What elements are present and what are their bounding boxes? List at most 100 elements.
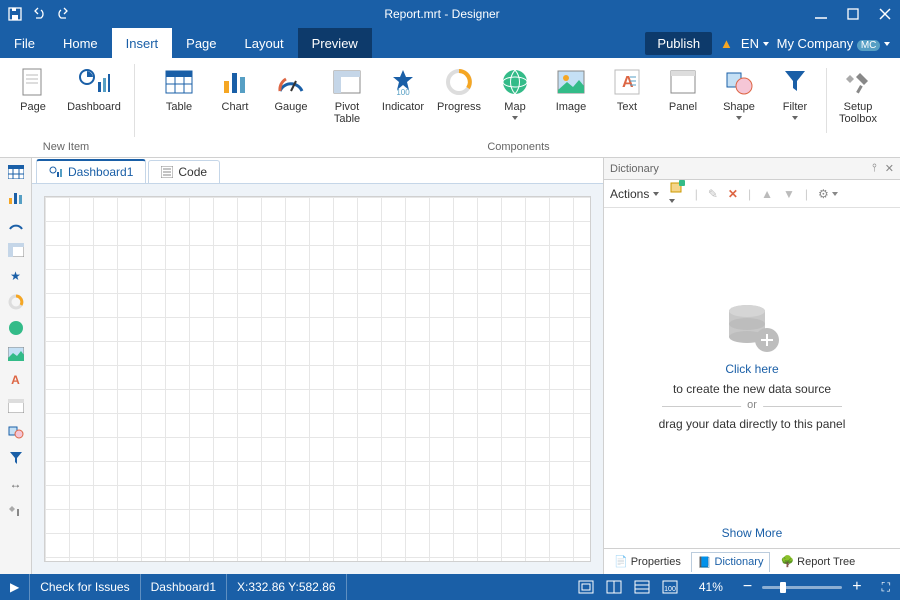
svg-text:100: 100	[396, 88, 410, 96]
progress-icon	[443, 66, 475, 98]
redo-icon[interactable]	[56, 7, 70, 21]
gutter-map-icon[interactable]	[6, 318, 26, 338]
pane-title-label: Dictionary	[610, 163, 659, 175]
delete-icon[interactable]: ✕	[728, 187, 738, 201]
new-item-icon[interactable]	[669, 180, 685, 208]
maximize-icon[interactable]	[846, 7, 860, 21]
dictionary-panel: Dictionary ⫯ ✕ Actions | ✎ ✕ | ▲ ▼ | ⚙ C…	[604, 158, 900, 574]
ribbon-image[interactable]: Image	[544, 62, 598, 139]
minimize-icon[interactable]	[814, 7, 828, 21]
gutter-panel-icon[interactable]	[6, 396, 26, 416]
gutter-progress-icon[interactable]	[6, 292, 26, 312]
menu-layout[interactable]: Layout	[231, 28, 298, 58]
svg-text:100: 100	[664, 586, 676, 593]
menu-home[interactable]: Home	[49, 28, 112, 58]
panetab-dictionary[interactable]: 📘Dictionary	[691, 552, 771, 572]
titlebar: Report.mrt - Designer	[0, 0, 900, 28]
properties-icon: 📄	[614, 555, 628, 568]
zoom-slider[interactable]	[762, 586, 842, 589]
page-icon	[17, 66, 49, 98]
ribbon-indicator[interactable]: 100Indicator	[376, 62, 430, 139]
ribbon-toolbox[interactable]: Setup Toolbox	[831, 62, 885, 139]
tree-icon: 🌳	[780, 555, 794, 568]
click-here-link[interactable]: Click here	[725, 362, 778, 376]
panetab-report-tree[interactable]: 🌳Report Tree	[774, 552, 861, 571]
group-components: Components	[487, 139, 549, 155]
ribbon-chart[interactable]: Chart	[208, 62, 262, 139]
code-tab-icon	[161, 166, 173, 178]
ribbon-shape[interactable]: Shape	[712, 62, 766, 139]
menu-page[interactable]: Page	[172, 28, 230, 58]
up-icon[interactable]: ▲	[761, 187, 773, 201]
zoom-label[interactable]: 41%	[699, 580, 723, 594]
document-tabs: Dashboard1 Code	[32, 158, 603, 184]
design-canvas[interactable]	[44, 196, 591, 562]
settings-icon[interactable]: ⚙	[818, 187, 838, 201]
menu-preview[interactable]: Preview	[298, 28, 372, 58]
publish-button[interactable]: Publish	[645, 32, 712, 55]
shape-icon	[723, 66, 755, 98]
menubar: File Home Insert Page Layout Preview Pub…	[0, 28, 900, 58]
down-icon[interactable]: ▼	[783, 187, 795, 201]
menu-insert[interactable]: Insert	[112, 28, 173, 58]
edit-icon[interactable]: ✎	[708, 187, 718, 201]
ribbon-table[interactable]: Table	[152, 62, 206, 139]
database-icon	[722, 296, 782, 356]
dashboard-tab-icon	[49, 166, 63, 178]
zoom-out-icon[interactable]: −	[743, 578, 752, 596]
gutter-shape-icon[interactable]	[6, 422, 26, 442]
doctab-dashboard[interactable]: Dashboard1	[36, 159, 146, 183]
menu-file[interactable]: File	[0, 28, 49, 58]
panetab-properties[interactable]: 📄Properties	[608, 552, 687, 571]
pin-icon[interactable]: ⫯	[872, 162, 877, 175]
tool-gutter: ★ A ↔	[0, 158, 32, 574]
gutter-gauge-icon[interactable]	[6, 214, 26, 234]
window-title: Report.mrt - Designer	[70, 7, 814, 21]
indicator-icon: 100	[387, 66, 419, 98]
gauge-icon	[275, 66, 307, 98]
company-selector[interactable]: My Company MC	[777, 36, 890, 51]
gutter-text-icon[interactable]: A	[6, 370, 26, 390]
ribbon-pivot[interactable]: Pivot Table	[320, 62, 374, 139]
gutter-indicator-icon[interactable]: ★	[6, 266, 26, 286]
ribbon-text[interactable]: AText	[600, 62, 654, 139]
gutter-more-icon[interactable]: ↔	[6, 474, 26, 494]
ribbon-progress[interactable]: Progress	[432, 62, 486, 139]
text-icon: A	[611, 66, 643, 98]
gutter-pivot-icon[interactable]	[6, 240, 26, 260]
close-pane-icon[interactable]: ✕	[885, 162, 894, 175]
ribbon-page[interactable]: Page	[6, 62, 60, 139]
help-line-1: to create the new data source	[673, 382, 831, 396]
undo-icon[interactable]	[32, 7, 46, 21]
language-selector[interactable]: EN	[741, 36, 769, 51]
dashboard-icon	[78, 66, 110, 98]
save-icon[interactable]	[8, 7, 22, 21]
close-icon[interactable]	[878, 7, 892, 21]
gutter-filter-icon[interactable]	[6, 448, 26, 468]
gutter-image-icon[interactable]	[6, 344, 26, 364]
ribbon-panel[interactable]: Panel	[656, 62, 710, 139]
zoom-in-icon[interactable]: +	[852, 578, 861, 596]
actions-dropdown[interactable]: Actions	[610, 187, 659, 201]
ribbon-map[interactable]: Map	[488, 62, 542, 139]
gutter-table-icon[interactable]	[6, 162, 26, 182]
bell-icon[interactable]: ▲	[720, 36, 733, 51]
group-new-item: New Item	[43, 139, 89, 155]
ribbon-filter[interactable]: Filter	[768, 62, 822, 139]
view-mode-4-icon[interactable]: 100	[661, 578, 679, 596]
pivot-icon	[331, 66, 363, 98]
status-play[interactable]: ▶	[0, 574, 30, 600]
ribbon-gauge[interactable]: Gauge	[264, 62, 318, 139]
gutter-tools-icon[interactable]	[6, 500, 26, 520]
doctab-code[interactable]: Code	[148, 160, 220, 183]
expand-icon[interactable]: ⛶	[882, 580, 890, 595]
gutter-chart-icon[interactable]	[6, 188, 26, 208]
view-mode-2-icon[interactable]	[605, 578, 623, 596]
status-check[interactable]: Check for Issues	[30, 574, 140, 600]
show-more-link[interactable]: Show More	[722, 526, 783, 540]
view-mode-3-icon[interactable]	[633, 578, 651, 596]
view-mode-1-icon[interactable]	[577, 578, 595, 596]
status-coords: X:332.86 Y:582.86	[227, 574, 347, 600]
statusbar: ▶ Check for Issues Dashboard1 X:332.86 Y…	[0, 574, 900, 600]
ribbon-dashboard[interactable]: Dashboard	[62, 62, 126, 139]
